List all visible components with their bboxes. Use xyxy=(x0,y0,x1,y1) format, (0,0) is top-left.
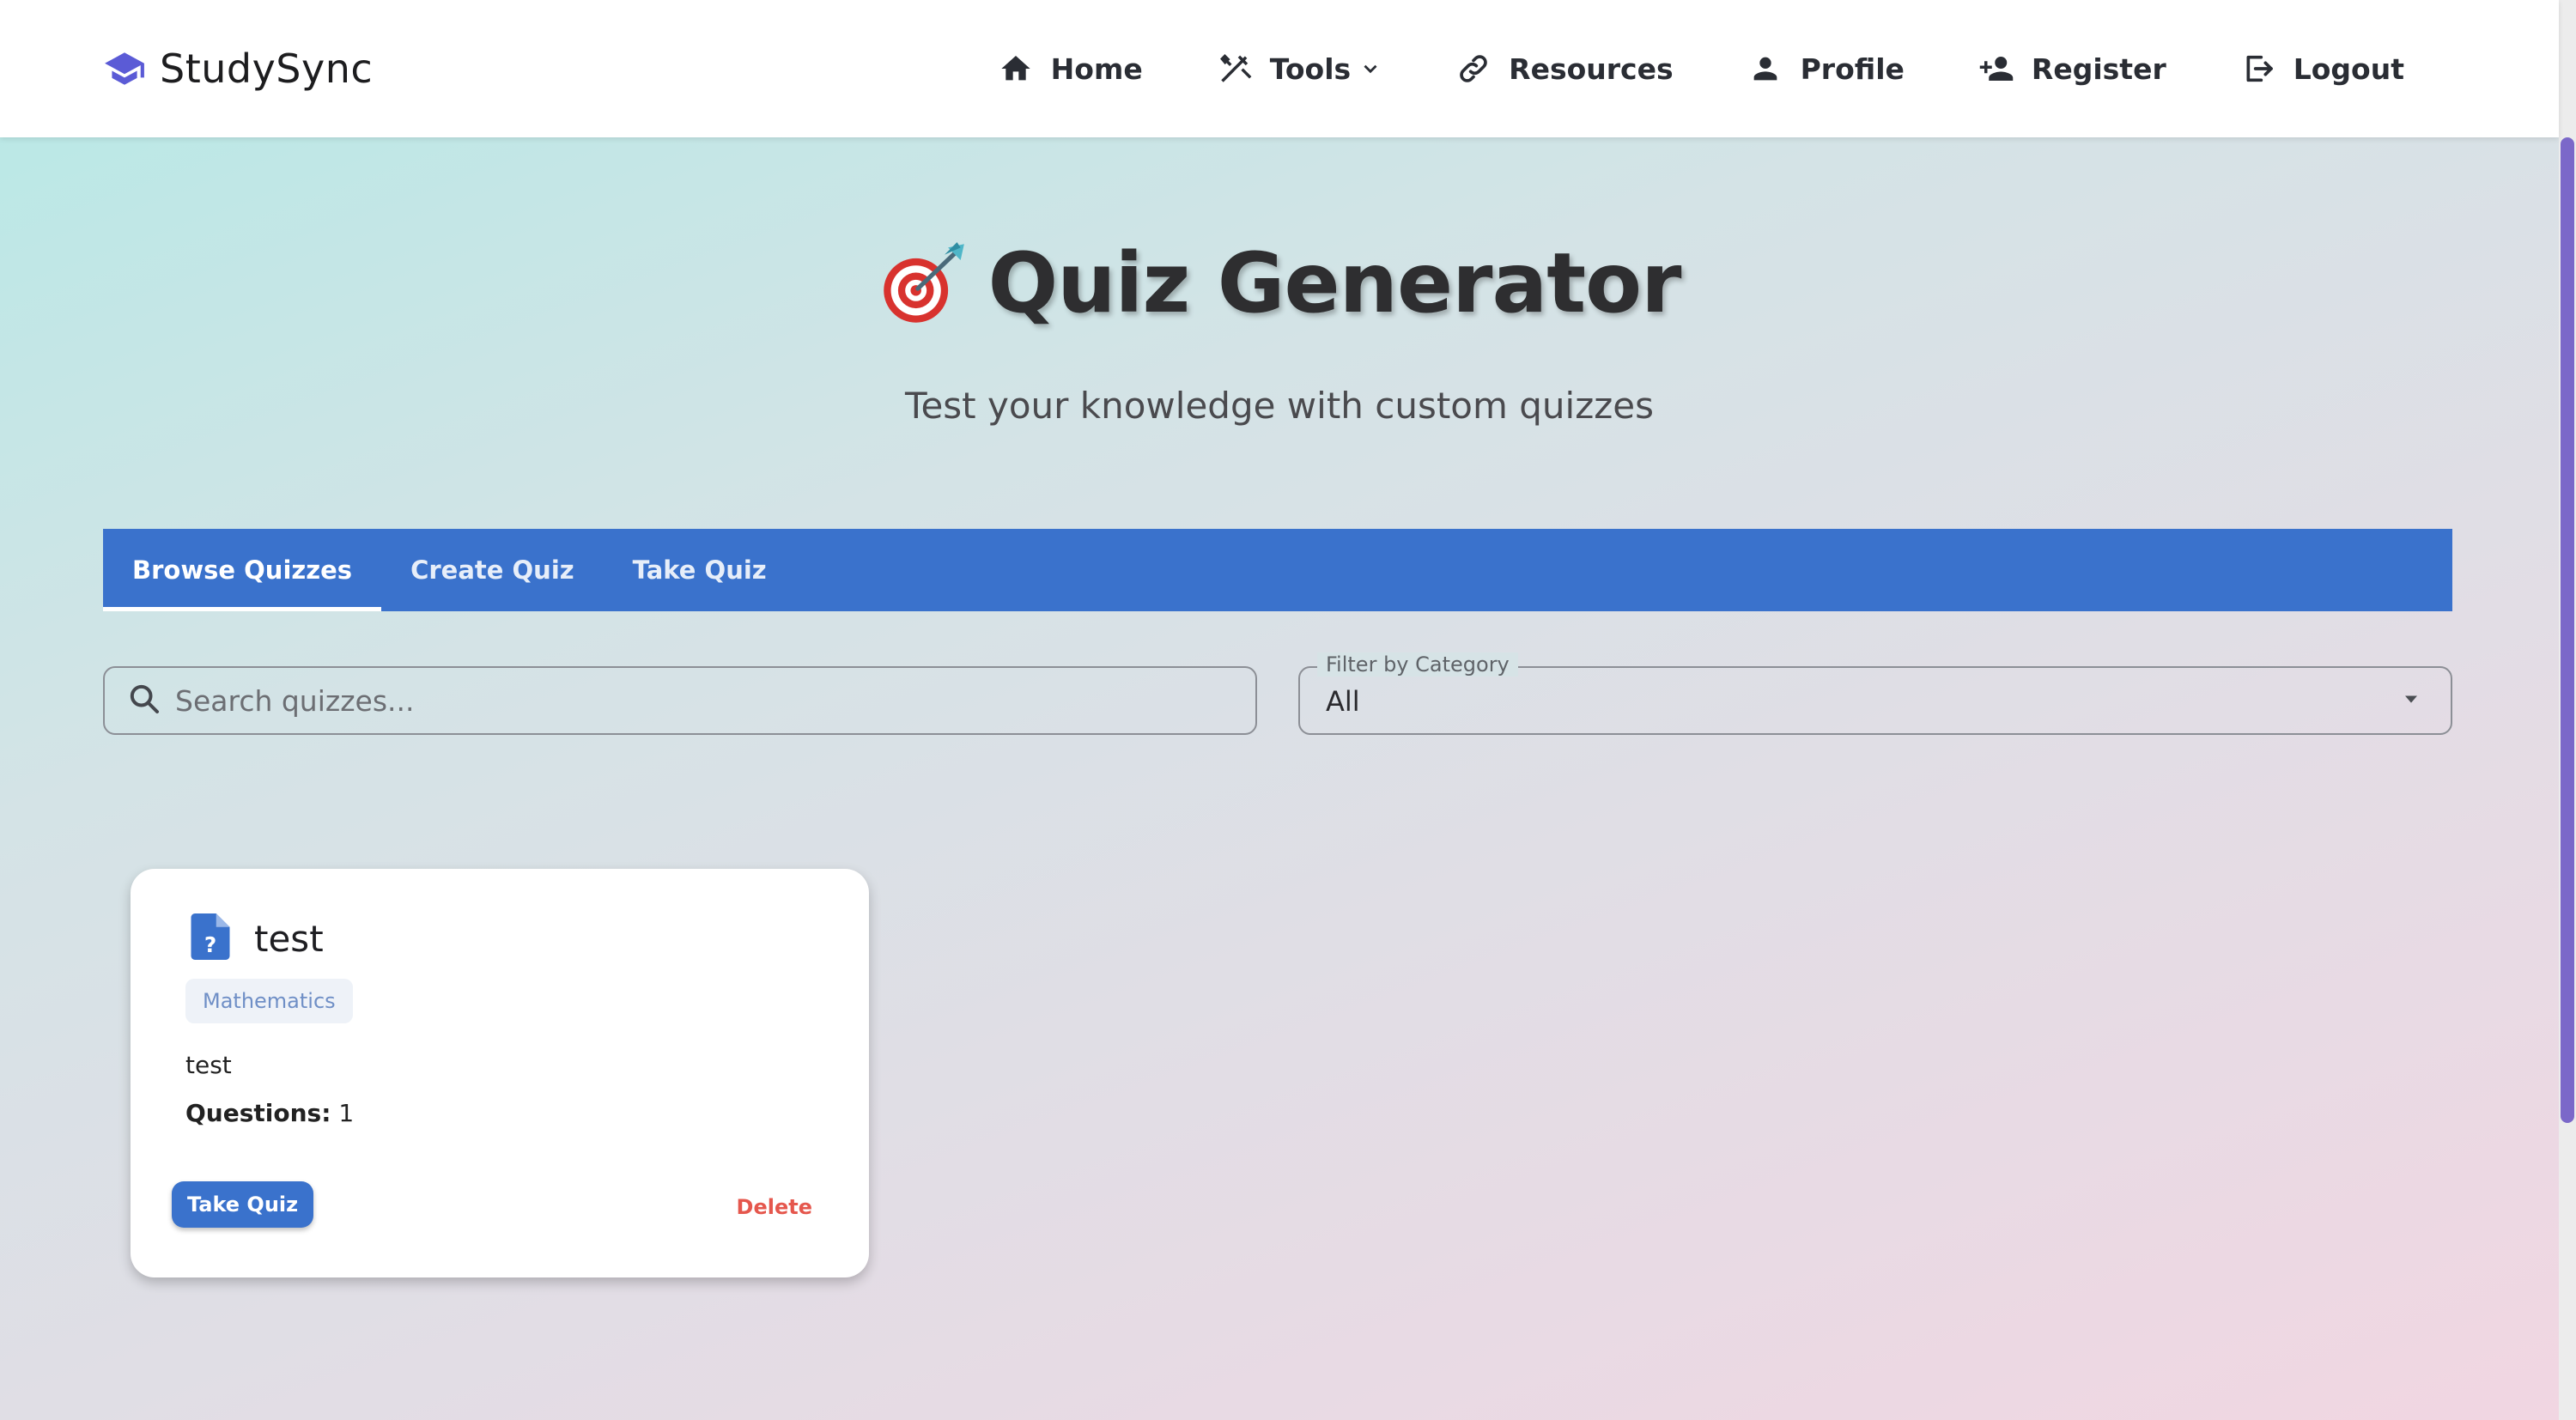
person-add-icon xyxy=(1978,51,2014,87)
quiz-title: test xyxy=(254,917,324,960)
nav-item-label: Register xyxy=(2031,52,2166,86)
nav-item-label: Logout xyxy=(2293,52,2404,86)
page-title-text: Quiz Generator xyxy=(987,235,1682,331)
search-field[interactable] xyxy=(103,666,1257,735)
quiz-description: test xyxy=(185,1051,232,1079)
scrollbar-thumb[interactable] xyxy=(2561,137,2574,1123)
category-filter-value: All xyxy=(1326,685,1360,718)
brand[interactable]: StudySync xyxy=(103,41,373,96)
graduation-cap-icon xyxy=(103,47,146,90)
search-icon xyxy=(127,682,161,719)
nav-item-resources[interactable]: Resources xyxy=(1455,51,1674,87)
quiz-card: ? test Mathematics test Questions: 1 Tak… xyxy=(131,869,869,1277)
category-filter-select[interactable]: Filter by Category All xyxy=(1298,652,2452,735)
top-navbar: StudySync Home Tools Resources Profile R… xyxy=(0,0,2559,137)
quiz-tabs: Browse Quizzes Create Quiz Take Quiz xyxy=(103,529,2452,611)
tab-browse-quizzes[interactable]: Browse Quizzes xyxy=(103,529,382,611)
page-subtitle: Test your knowledge with custom quizzes xyxy=(904,385,1655,427)
link-icon xyxy=(1455,51,1492,87)
questions-value: 1 xyxy=(338,1099,355,1127)
scrollbar-track[interactable] xyxy=(2559,0,2576,1420)
category-badge: Mathematics xyxy=(185,979,353,1023)
tools-icon xyxy=(1217,51,1253,87)
nav-item-label: Tools xyxy=(1269,52,1352,86)
nav-item-register[interactable]: Register xyxy=(1978,51,2166,87)
questions-label: Questions: xyxy=(185,1099,331,1127)
delete-quiz-button[interactable]: Delete xyxy=(737,1190,812,1224)
app-root: StudySync Home Tools Resources Profile R… xyxy=(0,0,2559,1420)
tab-take-quiz[interactable]: Take Quiz xyxy=(604,529,796,611)
quiz-card-header: ? test xyxy=(191,913,324,963)
nav-menu: Home Tools Resources Profile Register Lo… xyxy=(998,41,2404,96)
search-input[interactable] xyxy=(175,683,1206,718)
category-filter-label: Filter by Category xyxy=(1317,652,1518,677)
nav-item-home[interactable]: Home xyxy=(998,51,1143,87)
quiz-document-icon: ? xyxy=(191,913,230,963)
logout-icon xyxy=(2240,51,2276,87)
svg-text:?: ? xyxy=(204,932,216,957)
quiz-question-count: Questions: 1 xyxy=(185,1099,354,1127)
chevron-down-icon xyxy=(1359,58,1382,80)
home-icon xyxy=(998,51,1034,87)
nav-item-label: Home xyxy=(1050,52,1143,86)
person-icon xyxy=(1747,51,1783,87)
nav-item-label: Resources xyxy=(1509,52,1674,86)
brand-name: StudySync xyxy=(160,46,374,92)
page-title: Quiz Generator xyxy=(0,232,2559,335)
take-quiz-button[interactable]: Take Quiz xyxy=(172,1181,314,1228)
dropdown-arrow-icon xyxy=(2399,687,2423,714)
tab-create-quiz[interactable]: Create Quiz xyxy=(381,529,604,611)
nav-item-label: Profile xyxy=(1800,52,1905,86)
nav-item-logout[interactable]: Logout xyxy=(2240,51,2404,87)
nav-item-tools[interactable]: Tools xyxy=(1217,51,1382,87)
dart-target-icon xyxy=(878,239,968,328)
nav-item-profile[interactable]: Profile xyxy=(1747,51,1905,87)
